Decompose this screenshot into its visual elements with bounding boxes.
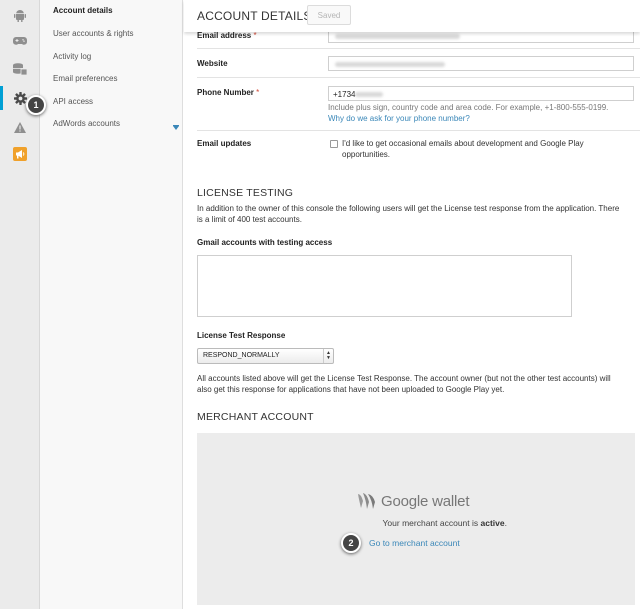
collapse-arrow-icon[interactable] — [172, 125, 180, 133]
sidebar-item-api-access[interactable]: API access — [53, 97, 93, 106]
wallet-icon — [358, 493, 375, 509]
saved-button[interactable]: Saved — [307, 5, 351, 25]
phone-value: +1734 — [333, 90, 356, 99]
license-response-select[interactable]: RESPOND_NORMALLY ▲ ▼ — [197, 348, 334, 364]
email-updates-checkbox[interactable] — [330, 140, 338, 148]
merchant-status: Your merchant account is active. — [382, 518, 507, 528]
license-testing-title: LICENSE TESTING — [197, 187, 294, 199]
license-response-value: RESPOND_NORMALLY — [203, 352, 280, 359]
sidebar-item-email-preferences[interactable]: Email preferences — [53, 74, 117, 83]
main-content: ACCOUNT DETAILS Saved Email address * We… — [184, 0, 640, 609]
website-field[interactable] — [328, 56, 634, 71]
gamepad-icon[interactable] — [0, 30, 40, 52]
go-to-merchant-link[interactable]: Go to merchant account — [369, 538, 460, 548]
page-title: ACCOUNT DETAILS — [197, 9, 312, 23]
gmail-accounts-textarea[interactable] — [197, 255, 572, 317]
megaphone-icon[interactable] — [0, 143, 40, 165]
required-marker: * — [256, 88, 260, 97]
google-wallet-logo: Google wallet — [357, 492, 469, 510]
merchant-account-title: MERCHANT ACCOUNT — [197, 411, 314, 423]
sidebar-item-activity-log[interactable]: Activity log — [53, 52, 91, 61]
merchant-status-value: active — [480, 518, 505, 528]
gmail-accounts-label: Gmail accounts with testing access — [197, 238, 333, 247]
phone-why-link[interactable]: Why do we ask for your phone number? — [328, 114, 470, 123]
warning-icon[interactable] — [0, 116, 40, 138]
license-response-label: License Test Response — [197, 331, 286, 340]
sidebar-item-adwords-accounts[interactable]: AdWords accounts — [53, 119, 120, 128]
phone-field[interactable]: +1734 — [328, 86, 634, 101]
email-label: Email address * — [197, 31, 257, 40]
license-testing-description: In addition to the owner of this console… — [197, 204, 620, 224]
step-badge-two: 2 — [341, 533, 361, 553]
required-marker: * — [253, 31, 257, 40]
database-icon[interactable] — [0, 58, 40, 80]
sidebar-item-user-accounts[interactable]: User accounts & rights — [53, 29, 133, 38]
redacted-text — [335, 62, 445, 67]
step-badge-one: 1 — [26, 95, 46, 115]
redacted-text — [335, 34, 460, 39]
website-row: Website — [197, 49, 640, 78]
select-arrows-icon: ▲ ▼ — [323, 349, 333, 363]
merchant-account-panel: Google wallet Your merchant account is a… — [197, 433, 635, 605]
phone-hint: Include plus sign, country code and area… — [328, 103, 609, 112]
phone-label: Phone Number * — [197, 88, 260, 97]
sidebar: Account details User accounts & rights A… — [40, 0, 183, 609]
sidebar-item-account-details[interactable]: Account details — [53, 6, 113, 15]
android-icon[interactable] — [0, 4, 40, 26]
email-updates-text: I'd like to get occasional emails about … — [342, 139, 584, 159]
phone-row: Phone Number * +1734 Include plus sign, … — [197, 78, 640, 131]
email-updates-row: Email updates I'd like to get occasional… — [197, 131, 640, 167]
header-bar: ACCOUNT DETAILS Saved — [184, 0, 640, 32]
icon-rail — [0, 0, 40, 609]
license-response-note: All accounts listed above will get the L… — [197, 374, 611, 394]
email-updates-label: Email updates — [197, 139, 252, 148]
redacted-text — [355, 92, 383, 97]
website-label: Website — [197, 59, 228, 68]
